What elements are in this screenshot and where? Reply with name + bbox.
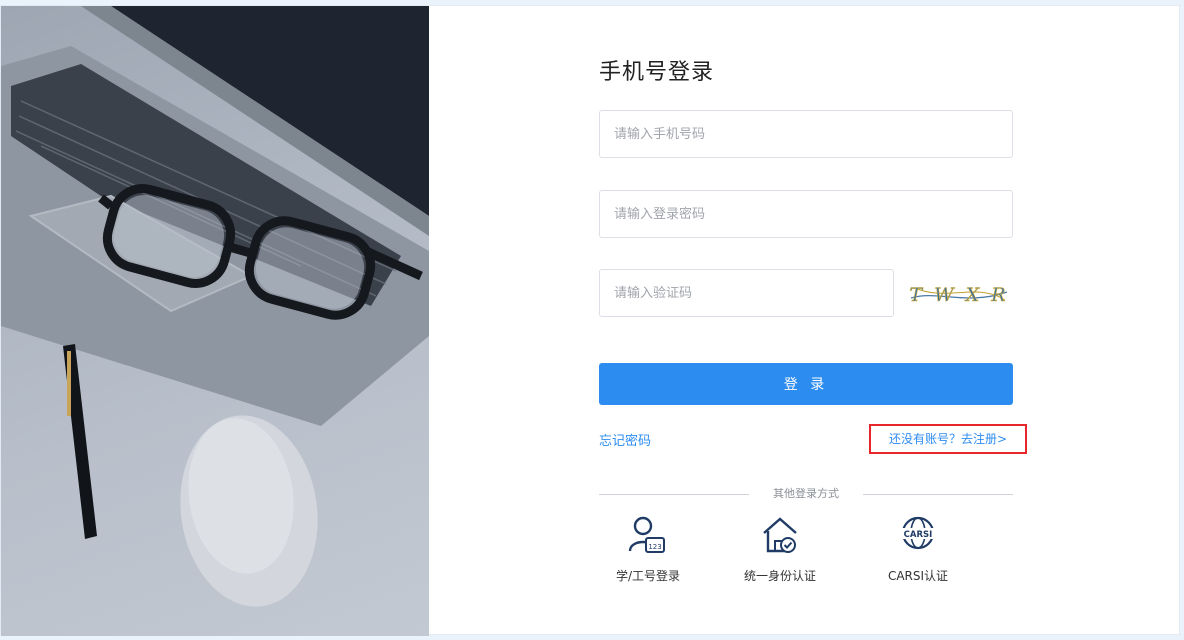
captcha-image[interactable]: T W X R	[907, 276, 1011, 312]
captcha-input[interactable]	[599, 269, 894, 317]
login-card: 手机号登录 T W X R 登 录 忘记密码 还没有账号？去注册> 其他登录方式	[0, 5, 1180, 636]
house-check-icon	[763, 517, 797, 553]
phone-input[interactable]	[599, 110, 1013, 158]
svg-text:123: 123	[648, 543, 661, 551]
register-link[interactable]: 还没有账号？去注册>	[869, 424, 1027, 454]
divider-line-right	[863, 494, 1013, 495]
hero-photo	[1, 6, 429, 636]
carsi-auth-label: CARSI认证	[887, 569, 949, 583]
carsi-globe-icon: CARSI	[901, 516, 935, 550]
carsi-auth-option[interactable]: CARSI CARSI认证	[863, 511, 973, 584]
student-id-login-option[interactable]: 123 学/工号登录	[593, 511, 703, 584]
forgot-password-link[interactable]: 忘记密码	[599, 430, 651, 449]
other-methods-divider: 其他登录方式	[599, 486, 1013, 502]
student-id-login-label: 学/工号登录	[615, 569, 681, 583]
unified-auth-label: 统一身份认证	[743, 569, 816, 583]
student-id-icon: 123	[628, 516, 665, 553]
unified-auth-option[interactable]: 统一身份认证	[725, 511, 835, 584]
carsi-icon-text: CARSI	[904, 530, 933, 540]
password-input[interactable]	[599, 190, 1013, 238]
captcha-text: T W X R	[909, 284, 1008, 306]
login-button[interactable]: 登 录	[599, 363, 1013, 405]
page-title: 手机号登录	[599, 60, 715, 85]
